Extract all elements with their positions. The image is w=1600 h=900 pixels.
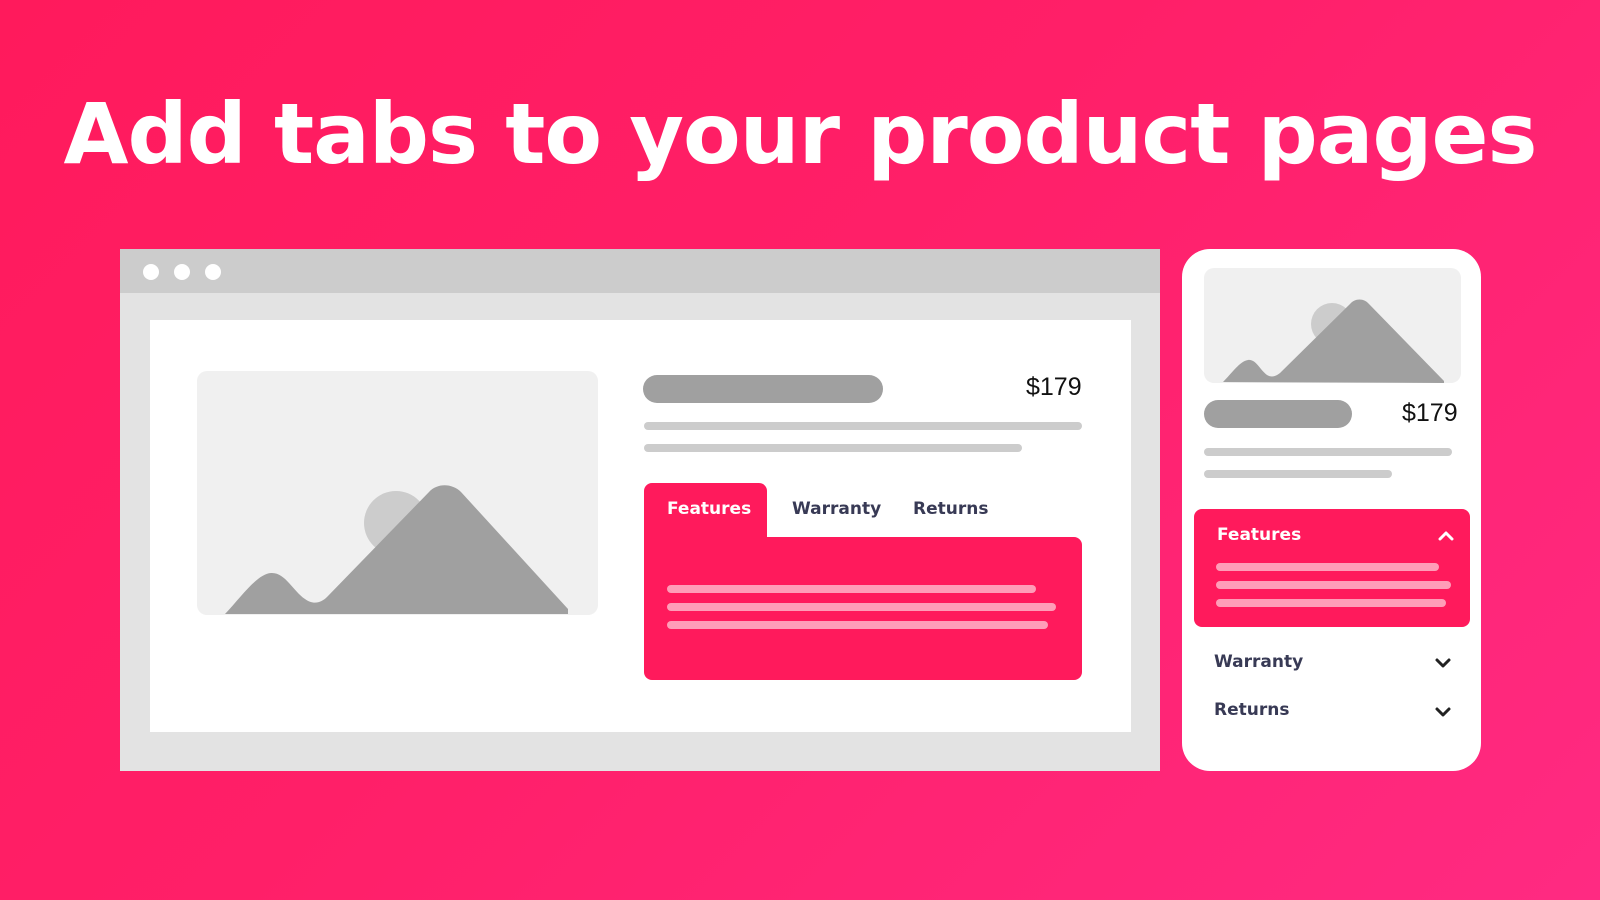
product-title-placeholder	[643, 375, 883, 403]
accordion-item-features[interactable]: Features	[1194, 509, 1470, 627]
chevron-down-icon[interactable]	[1434, 706, 1452, 718]
accordion-label: Warranty	[1214, 652, 1304, 672]
product-price: $179	[1402, 399, 1458, 427]
product-page: $179 Features Warranty Returns	[150, 320, 1131, 732]
chevron-down-icon[interactable]	[1434, 657, 1452, 669]
description-line	[644, 444, 1022, 452]
tab-returns[interactable]: Returns	[913, 499, 988, 519]
tab-features[interactable]: Features	[644, 483, 767, 539]
accordion-label: Features	[1217, 525, 1302, 545]
window-dot-icon[interactable]	[205, 264, 221, 280]
product-price: $179	[1026, 373, 1082, 401]
product-image-placeholder	[1204, 268, 1461, 383]
content-line	[1216, 581, 1451, 589]
content-line	[667, 585, 1036, 593]
description-line	[1204, 448, 1452, 456]
chevron-up-icon[interactable]	[1437, 529, 1455, 541]
accordion-label: Returns	[1214, 700, 1290, 720]
image-placeholder-icon	[225, 485, 568, 614]
headline: Add tabs to your product pages	[63, 85, 1537, 183]
content-line	[1216, 563, 1439, 571]
content-line	[667, 621, 1048, 629]
window-dot-icon[interactable]	[174, 264, 190, 280]
desktop-browser-mockup: $179 Features Warranty Returns	[120, 249, 1160, 771]
mobile-phone-mockup: $179 Features Warranty Returns	[1182, 249, 1481, 771]
tab-label: Features	[667, 499, 752, 519]
browser-title-bar	[120, 249, 1160, 293]
product-image-placeholder	[197, 371, 598, 615]
product-title-placeholder	[1204, 400, 1352, 428]
tab-warranty[interactable]: Warranty	[792, 499, 881, 519]
tab-content-panel	[644, 537, 1082, 680]
content-line	[667, 603, 1056, 611]
description-line	[1204, 470, 1392, 478]
content-line	[1216, 599, 1446, 607]
description-line	[644, 422, 1082, 430]
image-placeholder-icon	[1223, 299, 1444, 383]
window-dot-icon[interactable]	[143, 264, 159, 280]
